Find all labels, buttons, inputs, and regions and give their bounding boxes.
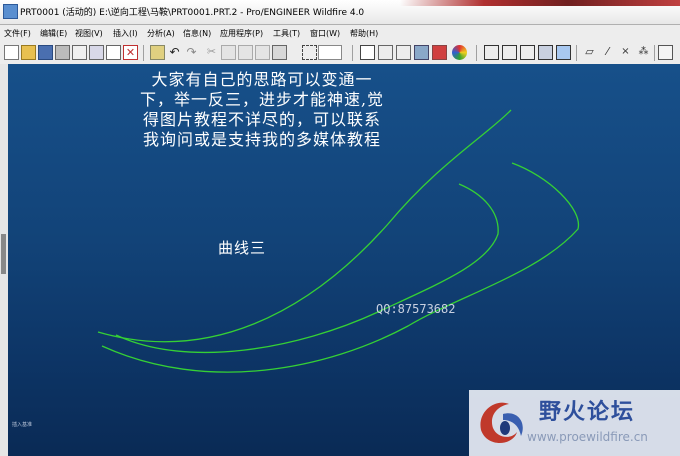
saved-view-icon[interactable] [658,45,673,60]
wireframe-icon[interactable] [484,45,499,60]
coordinate-system-icon[interactable]: ⁂ [636,45,651,60]
copy-icon[interactable] [221,45,236,60]
repaint-icon[interactable] [360,45,375,60]
menu-help[interactable]: 帮助(H) [350,28,378,39]
flame-logo-icon [480,402,523,443]
datum-point-icon[interactable]: × [618,45,633,60]
menu-window[interactable]: 窗口(W) [310,28,340,39]
undo-icon[interactable]: ↶ [167,45,182,60]
select-box-icon[interactable] [302,45,317,60]
curve-two [101,162,580,373]
no-hidden-icon[interactable] [520,45,535,60]
redo-icon[interactable]: ↷ [184,45,199,60]
toolbar-separator [476,45,477,61]
desktop-background-strip [400,0,680,6]
toolbar-separator [654,45,655,61]
menu-file[interactable]: 文件(F) [4,28,31,39]
note-line: 大家有自己的思路可以变通一 [151,70,373,89]
toolbar-separator [143,45,144,61]
new-window-icon[interactable] [106,45,121,60]
zoom-in-icon[interactable] [378,45,393,60]
new-file-icon[interactable] [4,45,19,60]
layers-icon[interactable] [414,45,429,60]
selection-filter-dropdown[interactable] [318,45,342,60]
datum-plane-icon[interactable]: ▱ [582,45,597,60]
copy-icon[interactable] [89,45,104,60]
appearance-icon[interactable] [452,45,467,60]
menu-applications[interactable]: 应用程序(P) [220,28,263,39]
toolbar-separator [576,45,577,61]
cut-icon[interactable]: ✂ [204,45,219,60]
shading-icon[interactable] [538,45,553,60]
menu-tools[interactable]: 工具(T) [273,28,300,39]
watermark-url: www.proewildfire.cn [527,430,648,444]
proe-app-icon [3,4,18,19]
note-line: 下，举一反三，进步才能神速,觉 [139,90,385,109]
toolbar-separator [352,45,353,61]
menu-analysis[interactable]: 分析(A) [147,28,175,39]
tutorial-note: 大家有自己的思路可以变通一 下，举一反三，进步才能神速,觉 得图片教程不详尽的，… [112,70,412,150]
datum-axis-icon[interactable]: ⁄ [600,45,615,60]
forum-watermark: 野火论坛 www.proewildfire.cn [469,390,680,456]
zoom-out-icon[interactable] [396,45,411,60]
menu-edit[interactable]: 编辑(E) [40,28,67,39]
save-icon[interactable] [38,45,53,60]
note-line: 得图片教程不详尽的，可以联系 [142,110,381,129]
menu-insert[interactable]: 插入(I) [113,28,138,39]
main-toolbar: ✕ ↶ ↷ ✂ ▱ ⁄ × ⁂ [0,42,680,65]
hidden-line-icon[interactable] [502,45,517,60]
menu-bar: 文件(F) 编辑(E) 视图(V) 插入(I) 分析(A) 信息(N) 应用程序… [0,25,680,42]
paste-icon[interactable] [238,45,253,60]
regenerate-icon[interactable] [150,45,165,60]
resize-handle[interactable] [1,234,6,274]
note-line: 我询问或是支持我的多媒体教程 [142,130,381,149]
curve-three [115,183,499,354]
title-bar: PRT0001 (活动的) E:\逆向工程\马鞍\PRT0001.PRT.2 -… [0,0,680,25]
menu-info[interactable]: 信息(N) [183,28,211,39]
close-window-icon[interactable]: ✕ [123,45,138,60]
email-icon[interactable] [72,45,87,60]
view-manager-icon[interactable] [432,45,447,60]
model-tree-icon[interactable] [272,45,287,60]
paste-special-icon[interactable] [255,45,270,60]
curve-label: 曲线三 [218,239,267,257]
watermark-name: 野火论坛 [539,400,636,425]
window-title: PRT0001 (活动的) E:\逆向工程\马鞍\PRT0001.PRT.2 -… [20,8,365,18]
enhanced-realism-icon[interactable] [556,45,571,60]
open-folder-icon[interactable] [21,45,36,60]
qq-contact: QQ:87573682 [376,302,456,316]
print-icon[interactable] [55,45,70,60]
menu-view[interactable]: 视图(V) [75,28,103,39]
viewport-small-note: 插入基准 [12,422,33,428]
